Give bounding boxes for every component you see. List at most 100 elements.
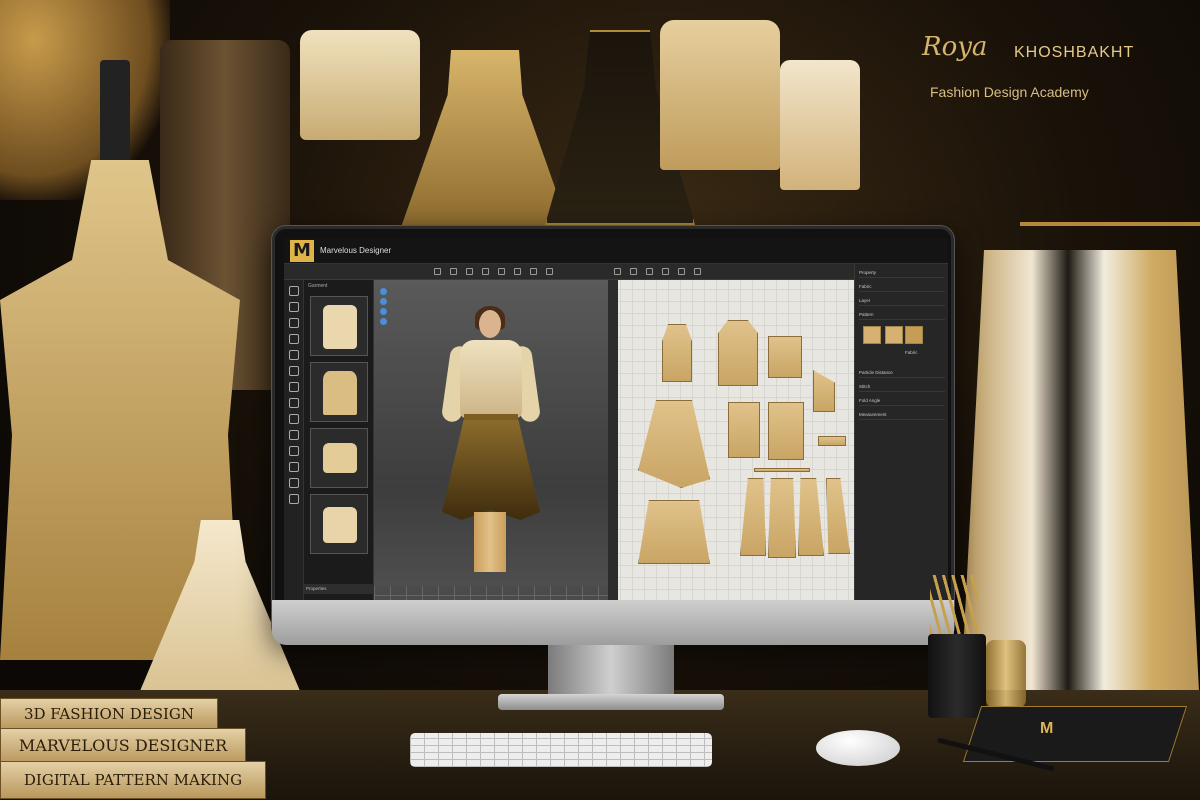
kids-suspender-outfit bbox=[780, 60, 860, 190]
fold-icon[interactable] bbox=[466, 268, 473, 275]
polygon-icon[interactable] bbox=[646, 268, 653, 275]
book-marvelous-designer: MARVELOUS DESIGNER bbox=[0, 728, 246, 764]
prop-row-0[interactable]: Property bbox=[859, 268, 945, 278]
app-window: M Marvelous Designer Garment Properties … bbox=[284, 238, 948, 626]
monitor-base bbox=[498, 694, 724, 710]
avatar-skirt bbox=[442, 420, 540, 520]
pattern-piece-gore-3[interactable] bbox=[798, 478, 824, 556]
prop-row-4[interactable]: Particle Distance bbox=[859, 368, 945, 378]
prop-row-3[interactable]: Pattern bbox=[859, 310, 945, 320]
pattern-select-icon[interactable] bbox=[614, 268, 621, 275]
monitor-chin bbox=[272, 600, 954, 645]
library-item-top[interactable] bbox=[310, 428, 368, 488]
app-title: Marvelous Designer bbox=[320, 246, 392, 255]
fabric-swatch-1[interactable] bbox=[863, 326, 881, 344]
prop-row-5[interactable]: Stitch bbox=[859, 382, 945, 392]
tool-6-icon[interactable] bbox=[289, 366, 299, 376]
pencils bbox=[930, 575, 978, 635]
circle-icon[interactable] bbox=[678, 268, 685, 275]
notebook-logo: M bbox=[1040, 720, 1054, 737]
library-tab[interactable]: Garment bbox=[308, 283, 327, 289]
pattern-toolbar bbox=[608, 280, 618, 626]
tool-13-icon[interactable] bbox=[289, 478, 299, 488]
library-footer[interactable]: Properties bbox=[304, 584, 374, 594]
pattern-piece-waistband[interactable] bbox=[754, 468, 810, 472]
title-bar: M Marvelous Designer bbox=[284, 238, 948, 264]
move-icon[interactable] bbox=[450, 268, 457, 275]
pattern-piece-front[interactable] bbox=[662, 324, 692, 382]
pattern-piece-skirt-back[interactable] bbox=[638, 500, 710, 564]
tool-5-icon[interactable] bbox=[289, 350, 299, 360]
avatar-blouse bbox=[460, 340, 522, 418]
brand-subtitle: Fashion Design Academy bbox=[930, 84, 1089, 100]
monitor-stand bbox=[548, 645, 674, 697]
tool-7-icon[interactable] bbox=[289, 382, 299, 392]
library-item-jacket[interactable] bbox=[310, 494, 368, 554]
keyboard[interactable] bbox=[410, 733, 712, 767]
prop-row-6[interactable]: Fold Angle bbox=[859, 396, 945, 406]
tool-column bbox=[284, 280, 304, 626]
tool-12-icon[interactable] bbox=[289, 462, 299, 472]
tool-2-icon[interactable] bbox=[289, 302, 299, 312]
rectangle-icon[interactable] bbox=[662, 268, 669, 275]
beige-blazer bbox=[660, 20, 780, 170]
tool-9-icon[interactable] bbox=[289, 414, 299, 424]
sewing-icon[interactable] bbox=[482, 268, 489, 275]
pattern-piece-gore-1[interactable] bbox=[740, 478, 766, 556]
2d-pattern-window[interactable] bbox=[608, 280, 854, 626]
render-icon[interactable] bbox=[380, 298, 387, 305]
pattern-piece-cuff[interactable] bbox=[813, 370, 835, 412]
clothing-rack bbox=[1020, 222, 1200, 226]
avatar-head bbox=[479, 310, 501, 338]
pattern-piece-panel-1[interactable] bbox=[728, 402, 760, 458]
property-editor: Property Fabric Layer Pattern Fabric Par… bbox=[854, 264, 948, 626]
library-item-blouse[interactable] bbox=[310, 296, 368, 356]
tool-3-icon[interactable] bbox=[289, 318, 299, 328]
garment-library: Garment Properties bbox=[304, 280, 374, 626]
main-toolbar bbox=[284, 264, 948, 280]
lighting-icon[interactable] bbox=[380, 308, 387, 315]
tool-11-icon[interactable] bbox=[289, 446, 299, 456]
zoom-icon[interactable] bbox=[498, 268, 505, 275]
fashion-studio-scene: Roya KHOSHBAKHT Fashion Design Academy M… bbox=[0, 0, 1200, 800]
pattern-piece-skirt-front[interactable] bbox=[638, 400, 710, 488]
library-item-skirt[interactable] bbox=[310, 362, 368, 422]
app-logo: M bbox=[290, 239, 314, 262]
pattern-piece-gore-4[interactable] bbox=[826, 478, 850, 554]
brand-signature: Roya bbox=[922, 32, 988, 62]
view-icon[interactable] bbox=[380, 288, 387, 295]
pattern-piece-back[interactable] bbox=[718, 320, 758, 386]
prop-row-1[interactable]: Fabric bbox=[859, 282, 945, 292]
prop-row-7[interactable]: Measurement bbox=[859, 410, 945, 420]
tool-10-icon[interactable] bbox=[289, 430, 299, 440]
pattern-piece-panel-2[interactable] bbox=[768, 402, 804, 460]
pencil-cup bbox=[928, 634, 986, 718]
viewport-toolbar bbox=[380, 288, 388, 328]
pattern-edit-icon[interactable] bbox=[630, 268, 637, 275]
monitor: M Marvelous Designer Garment Properties … bbox=[272, 226, 954, 640]
brand-name: KHOSHBAKHT bbox=[1014, 44, 1135, 61]
pin-icon[interactable] bbox=[530, 268, 537, 275]
select-icon[interactable] bbox=[434, 268, 441, 275]
tool-8-icon[interactable] bbox=[289, 398, 299, 408]
tool-4-icon[interactable] bbox=[289, 334, 299, 344]
tool-1-icon[interactable] bbox=[289, 286, 299, 296]
pattern-piece-sleeve[interactable] bbox=[768, 336, 802, 378]
avatar-legs bbox=[474, 512, 506, 572]
flower-vase bbox=[986, 640, 1026, 708]
fabric-swatch-2[interactable] bbox=[885, 326, 903, 344]
mouse[interactable] bbox=[816, 730, 900, 766]
tool-14-icon[interactable] bbox=[289, 494, 299, 504]
fabric-swatch-3[interactable] bbox=[905, 326, 923, 344]
gear-icon[interactable] bbox=[514, 268, 521, 275]
swatch-label: Fabric bbox=[905, 350, 918, 355]
camera-icon[interactable] bbox=[380, 318, 387, 325]
book-digital-pattern-making: DIGITAL PATTERN MAKING bbox=[0, 761, 266, 799]
pattern-piece-strip[interactable] bbox=[818, 436, 846, 446]
prop-row-2[interactable]: Layer bbox=[859, 296, 945, 306]
dart-icon[interactable] bbox=[694, 268, 701, 275]
pattern-piece-gore-2[interactable] bbox=[768, 478, 796, 558]
3d-viewport[interactable] bbox=[374, 280, 608, 626]
book-3d-fashion-design: 3D FASHION DESIGN bbox=[0, 698, 218, 730]
brush-icon[interactable] bbox=[546, 268, 553, 275]
